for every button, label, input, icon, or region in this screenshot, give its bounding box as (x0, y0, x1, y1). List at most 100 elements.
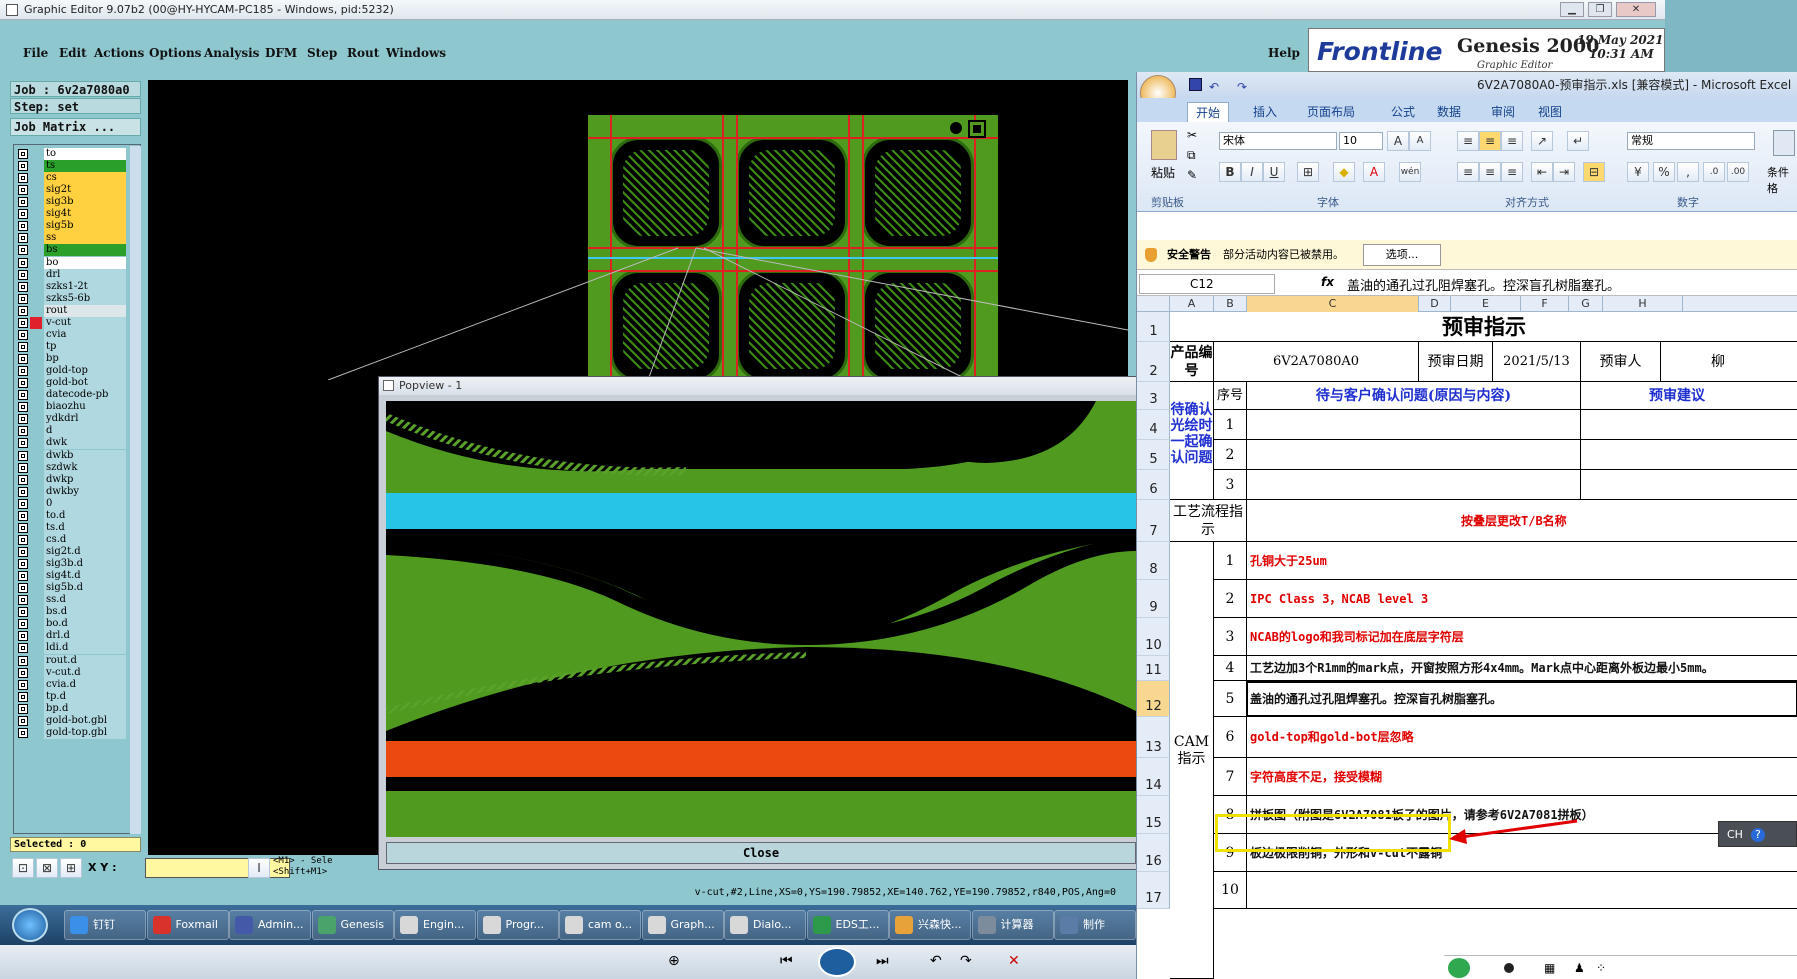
reviewer-value-cell[interactable]: 柳 (1661, 342, 1797, 382)
menu-step[interactable]: Step (307, 46, 337, 60)
menu-file[interactable]: File (23, 46, 48, 60)
layer-row[interactable]: szdwk (14, 461, 126, 474)
column-header[interactable]: G (1569, 296, 1603, 312)
taskbar-item[interactable]: Engin... (394, 910, 476, 940)
layer-row[interactable]: szks5-6b (14, 292, 126, 305)
layer-checkbox[interactable] (18, 510, 28, 521)
menu-rout[interactable]: Rout (347, 46, 379, 60)
name-box[interactable]: C12 (1139, 274, 1275, 294)
layer-checkbox[interactable] (18, 209, 28, 220)
layer-checkbox[interactable] (18, 329, 28, 340)
column-header[interactable]: A (1170, 296, 1214, 312)
layer-checkbox[interactable] (18, 450, 28, 461)
layer-row[interactable]: datecode-pb (14, 389, 126, 402)
cam-item-number[interactable]: 6 (1214, 717, 1247, 758)
layer-row[interactable]: cs (14, 172, 126, 185)
product-value-cell[interactable]: 6V2A7080A0 (1214, 342, 1419, 382)
menu-analysis[interactable]: Analysis (204, 46, 259, 60)
layer-checkbox[interactable] (18, 366, 28, 377)
layer-checkbox[interactable] (18, 305, 28, 316)
column-header[interactable]: F (1521, 296, 1569, 312)
tab-insert[interactable]: 插入 (1245, 102, 1285, 122)
align-top-icon[interactable]: ≡ (1457, 131, 1479, 151)
ime-keyboard-icon[interactable]: ▦ (1544, 961, 1555, 975)
layer-row[interactable]: to.d (14, 509, 126, 522)
italic-icon[interactable]: I (1241, 162, 1263, 182)
fx-icon[interactable]: fx (1321, 275, 1334, 289)
layer-checkbox[interactable] (18, 378, 28, 389)
merge-center-icon[interactable]: ⊟ (1583, 162, 1605, 182)
layer-checkbox[interactable] (18, 221, 28, 232)
taskbar-item[interactable]: Progr... (476, 910, 559, 940)
layer-row[interactable]: drl.d (14, 630, 126, 643)
layer-row[interactable]: szks1-2t (14, 280, 126, 293)
row-header[interactable]: 16 (1137, 834, 1170, 872)
layer-checkbox[interactable] (18, 257, 28, 268)
ime-dot-icon[interactable] (1504, 963, 1514, 973)
info-icon[interactable]: I (248, 858, 270, 878)
confirm-suggest-cell[interactable] (1581, 410, 1797, 440)
layer-checkbox[interactable] (18, 607, 28, 618)
layer-row[interactable]: ldi.d (14, 642, 126, 655)
align-center-icon[interactable]: ≡ (1479, 162, 1501, 182)
increase-decimal-icon[interactable]: .0 (1703, 162, 1725, 182)
layer-checkbox[interactable] (18, 161, 28, 172)
cam-item-number[interactable]: 10 (1214, 872, 1247, 909)
tab-page-layout[interactable]: 页面布局 (1299, 102, 1363, 122)
tab-data[interactable]: 数据 (1429, 102, 1469, 122)
menu-options[interactable]: Options (149, 46, 201, 60)
confirm-issue-cell[interactable] (1247, 470, 1581, 500)
layer-row[interactable]: gold-top (14, 365, 126, 378)
layer-row[interactable]: biaozhu (14, 401, 126, 414)
confirm-suggest-cell[interactable] (1581, 470, 1797, 500)
taskbar-item[interactable]: 计算器 (971, 910, 1054, 940)
confirm-seq-cell[interactable]: 1 (1214, 410, 1247, 440)
layer-checkbox[interactable] (18, 571, 28, 582)
layer-checkbox[interactable] (18, 438, 28, 449)
row-header[interactable]: 9 (1137, 580, 1170, 618)
tab-view[interactable]: 视图 (1530, 102, 1570, 122)
column-header[interactable]: B (1214, 296, 1247, 312)
layer-checkbox[interactable] (18, 631, 28, 642)
layer-checkbox[interactable] (18, 149, 28, 159)
phonetic-icon[interactable]: wén (1399, 162, 1421, 182)
column-header[interactable]: C (1247, 296, 1419, 312)
currency-icon[interactable]: ¥ (1627, 162, 1649, 182)
cam-item-number[interactable]: 5 (1214, 681, 1247, 717)
layer-checkbox[interactable] (18, 474, 28, 485)
layer-checkbox[interactable] (18, 402, 28, 413)
start-button-icon[interactable] (12, 908, 48, 942)
layer-checkbox[interactable] (18, 643, 28, 654)
layer-checkbox[interactable] (18, 522, 28, 533)
layer-row[interactable]: bs (14, 244, 126, 257)
layer-row[interactable]: bp (14, 353, 126, 366)
taskbar-item[interactable]: cam o... (559, 910, 641, 940)
layer-row[interactable]: ss (14, 232, 126, 245)
taskbar-item[interactable]: EDS工... (806, 910, 889, 940)
language-indicator[interactable]: CH? (1718, 821, 1797, 847)
row-header[interactable]: 15 (1137, 796, 1170, 834)
row-header[interactable]: 12 (1137, 681, 1170, 717)
taskbar-item[interactable]: 钉钉 (64, 910, 146, 940)
ime-user-icon[interactable]: ♟ (1574, 961, 1585, 975)
row-header[interactable]: 14 (1137, 758, 1170, 796)
taskbar-item[interactable]: Dialo... (724, 910, 806, 940)
ime-settings-icon[interactable]: ⁘ (1596, 961, 1606, 975)
layer-row[interactable]: sig3b.d (14, 558, 126, 571)
layer-row[interactable]: tp (14, 340, 126, 353)
taskbar-item[interactable]: 制作 (1054, 910, 1136, 940)
maximize-icon[interactable]: ❐ (1588, 2, 1612, 17)
cam-label-cell[interactable]: CAM指示 (1170, 542, 1214, 979)
layer-checkbox[interactable] (18, 197, 28, 208)
process-value-cell[interactable]: 按叠层更改T/B名称 (1247, 500, 1797, 542)
taskbar-item[interactable]: Admin... (229, 910, 311, 940)
job-matrix-button[interactable]: Job Matrix ... (10, 118, 141, 136)
taskbar-item[interactable]: Foxmail (146, 910, 229, 940)
menu-windows[interactable]: Windows (386, 46, 446, 60)
layer-row[interactable]: drl (14, 268, 126, 281)
align-left-icon[interactable]: ≡ (1457, 162, 1479, 182)
select-all-corner[interactable] (1137, 296, 1170, 312)
confirm-issue-cell[interactable] (1247, 410, 1581, 440)
formula-input[interactable]: 盖油的通孔过孔阻焊塞孔。控深盲孔树脂塞孔。 (1347, 275, 1620, 294)
layer-row[interactable]: gold-top.gbl (14, 726, 126, 739)
